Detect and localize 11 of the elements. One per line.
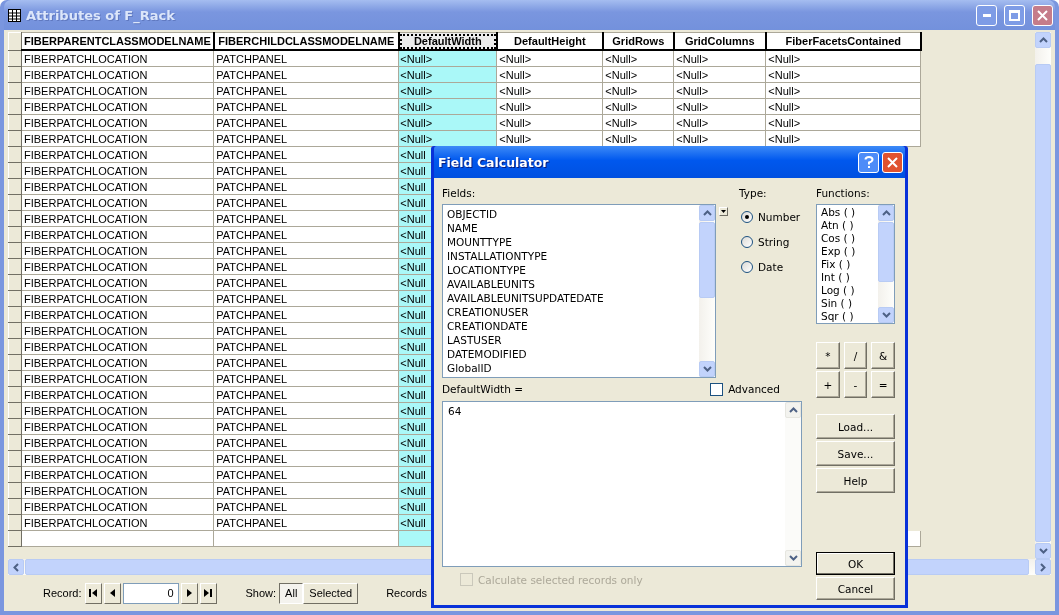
record-label: Record: xyxy=(43,587,82,599)
advanced-label: Advanced xyxy=(728,383,780,395)
functions-label: Functions: xyxy=(816,186,871,200)
type-label: Type: xyxy=(739,186,768,200)
type-option: String xyxy=(758,235,790,248)
type-option: Date xyxy=(758,260,784,273)
show-label: Show: xyxy=(245,587,277,599)
records-label: Records xyxy=(386,587,428,599)
selected-only-label: Calculate selected records only xyxy=(478,573,643,586)
type-option: Number xyxy=(758,210,801,223)
window-title: Attributes of F_Rack xyxy=(26,7,176,23)
